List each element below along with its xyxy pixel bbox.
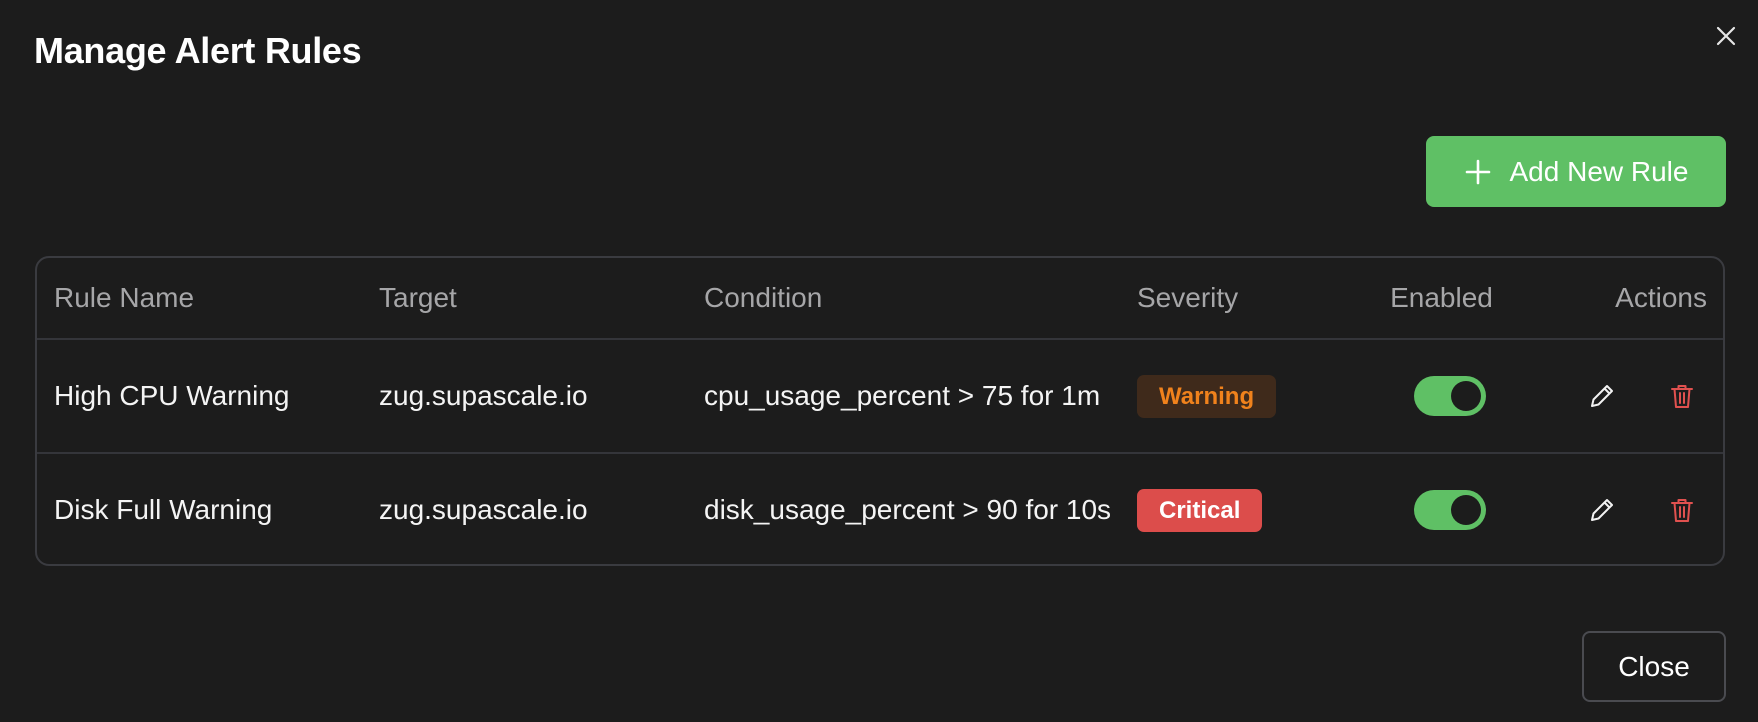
header-condition: Condition bbox=[704, 282, 823, 313]
enabled-toggle[interactable] bbox=[1414, 376, 1486, 416]
enabled-toggle[interactable] bbox=[1414, 490, 1486, 530]
table-row: Disk Full Warning zug.supascale.io disk_… bbox=[37, 452, 1723, 564]
header-severity: Severity bbox=[1137, 282, 1239, 313]
rule-name: High CPU Warning bbox=[54, 380, 290, 411]
header-actions: Actions bbox=[1615, 282, 1707, 313]
actions-cell bbox=[1527, 454, 1707, 564]
header-enabled: Enabled bbox=[1390, 282, 1493, 313]
rule-name: Disk Full Warning bbox=[54, 494, 273, 525]
severity-cell: Critical bbox=[1137, 454, 1347, 564]
rule-target: zug.supascale.io bbox=[379, 494, 588, 525]
rule-target: zug.supascale.io bbox=[379, 380, 588, 411]
trash-icon[interactable] bbox=[1657, 485, 1707, 535]
actions-cell bbox=[1527, 340, 1707, 452]
close-button[interactable]: Close bbox=[1582, 631, 1726, 702]
enabled-cell bbox=[1364, 454, 1544, 564]
rule-condition: disk_usage_percent > 90 for 10s bbox=[704, 494, 1112, 525]
severity-badge: Warning bbox=[1137, 374, 1277, 418]
toggle-knob bbox=[1451, 381, 1481, 411]
severity-cell: Warning bbox=[1137, 340, 1347, 452]
enabled-cell bbox=[1364, 340, 1544, 452]
trash-icon[interactable] bbox=[1657, 371, 1707, 421]
manage-alert-rules-dialog: Manage Alert Rules Add New Rule Rule Nam… bbox=[0, 0, 1758, 722]
toggle-knob bbox=[1451, 495, 1481, 525]
pencil-icon[interactable] bbox=[1577, 371, 1627, 421]
plus-icon bbox=[1465, 159, 1490, 184]
rule-condition: cpu_usage_percent > 75 for 1m bbox=[704, 380, 1101, 411]
add-new-rule-button[interactable]: Add New Rule bbox=[1426, 136, 1726, 207]
pencil-icon[interactable] bbox=[1577, 485, 1627, 535]
add-new-rule-label: Add New Rule bbox=[1509, 155, 1689, 187]
table-row: High CPU Warning zug.supascale.io cpu_us… bbox=[37, 338, 1723, 452]
alert-rules-table: Rule Name Target Condition Severity Enab… bbox=[35, 256, 1725, 566]
table-header-row: Rule Name Target Condition Severity Enab… bbox=[37, 258, 1723, 338]
severity-badge: Critical bbox=[1137, 488, 1263, 532]
header-rule-name: Rule Name bbox=[54, 282, 195, 313]
header-target: Target bbox=[379, 282, 457, 313]
close-icon[interactable] bbox=[1710, 20, 1742, 52]
dialog-title: Manage Alert Rules bbox=[34, 30, 362, 71]
